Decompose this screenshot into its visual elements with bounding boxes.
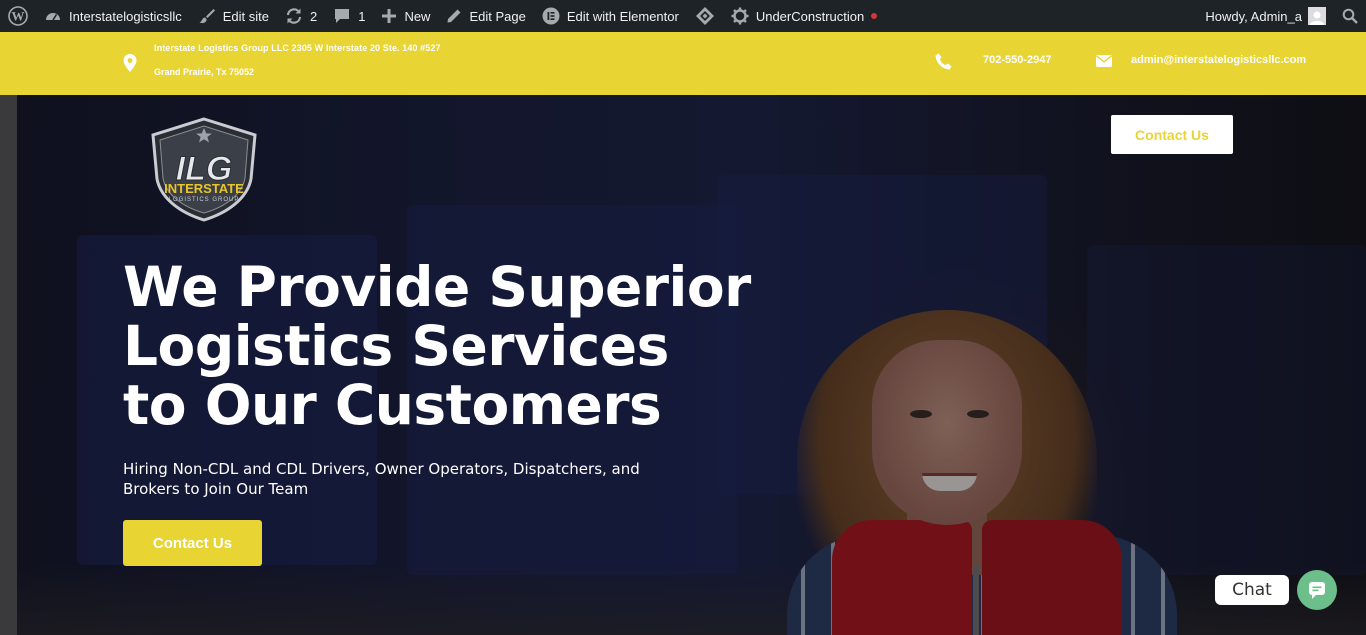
updates-link[interactable]: 2 bbox=[277, 0, 325, 32]
chat-message-icon bbox=[1309, 582, 1325, 599]
howdy-label: Howdy, Admin_a bbox=[1205, 8, 1302, 24]
envelope-icon bbox=[1096, 55, 1112, 67]
account-menu[interactable]: Howdy, Admin_a bbox=[1197, 0, 1334, 32]
edit-page-link[interactable]: Edit Page bbox=[438, 0, 533, 32]
scroll-gutter bbox=[0, 95, 17, 635]
dashboard-gauge-icon bbox=[46, 13, 60, 21]
under-construction-label: UnderConstruction bbox=[755, 8, 865, 24]
under-construction-menu[interactable]: UnderConstruction bbox=[723, 0, 885, 32]
edit-site-label: Edit site bbox=[222, 8, 269, 24]
header-contact-us-button[interactable]: Contact Us bbox=[1111, 115, 1233, 154]
edit-site-link[interactable]: Edit site bbox=[190, 0, 277, 32]
edit-with-elementor-link[interactable]: Edit with Elementor bbox=[534, 0, 687, 32]
location-pin-icon bbox=[123, 54, 137, 72]
edit-elementor-label: Edit with Elementor bbox=[566, 8, 679, 24]
avatar bbox=[1308, 7, 1326, 25]
chat-launcher-button[interactable] bbox=[1297, 570, 1337, 610]
svg-text:W: W bbox=[12, 9, 25, 24]
contact-info-bar: Interstate Logistics Group LLC 2305 W In… bbox=[0, 32, 1366, 95]
search-icon bbox=[1342, 8, 1358, 24]
pencil-icon bbox=[447, 9, 461, 23]
plus-icon bbox=[382, 9, 397, 23]
address-line-2: Grand Prairie, Tx 75052 bbox=[154, 67, 255, 77]
hero-title-line: Logistics Services bbox=[123, 314, 669, 378]
hero-title-line: to Our Customers bbox=[123, 373, 662, 437]
site-name-label: Interstatelogisticsllc bbox=[69, 8, 182, 24]
updates-refresh-icon bbox=[286, 8, 302, 24]
email-link[interactable]: admin@interstatelogisticsllc.com bbox=[1131, 54, 1306, 66]
comments-link[interactable]: 1 bbox=[325, 0, 373, 32]
wpml-diamond-menu[interactable] bbox=[687, 0, 723, 32]
ilg-logo[interactable]: ILG INTERSTATE LOGISTICS GROUP bbox=[147, 117, 262, 222]
logo-tagline: LOGISTICS GROUP bbox=[169, 197, 240, 203]
hero-title-line: We Provide Superior bbox=[123, 255, 751, 319]
site-name-menu[interactable]: Interstatelogisticsllc bbox=[36, 0, 190, 32]
phone-number-link[interactable]: 702-550-2947 bbox=[983, 54, 1052, 66]
elementor-icon bbox=[542, 7, 560, 25]
hero-contact-us-button[interactable]: Contact Us bbox=[123, 520, 262, 566]
updates-count: 2 bbox=[309, 8, 318, 24]
chat-label[interactable]: Chat bbox=[1215, 575, 1289, 605]
new-label: New bbox=[404, 8, 431, 24]
hero-subtitle: Hiring Non-CDL and CDL Drivers, Owner Op… bbox=[123, 459, 683, 499]
edit-page-label: Edit Page bbox=[469, 8, 526, 24]
wordpress-logo-button[interactable]: W bbox=[0, 0, 36, 32]
paint-brush-icon bbox=[199, 9, 215, 24]
hero-subtitle-line: Hiring Non-CDL and CDL Drivers, Owner Op… bbox=[123, 460, 640, 478]
hero-section: ILG INTERSTATE LOGISTICS GROUP Contact U… bbox=[17, 95, 1366, 635]
comments-count: 1 bbox=[358, 8, 366, 24]
comment-bubble-icon bbox=[335, 9, 350, 23]
address-line-1: Interstate Logistics Group LLC 2305 W In… bbox=[154, 43, 441, 53]
user-avatar-icon bbox=[1310, 11, 1324, 25]
new-content-menu[interactable]: New bbox=[373, 0, 438, 32]
admin-bar: W Interstatelogisticsllc Edit site 2 1 N… bbox=[0, 0, 1366, 32]
phone-icon bbox=[935, 53, 952, 70]
diamond-icon bbox=[695, 7, 714, 25]
admin-search-button[interactable] bbox=[1334, 0, 1366, 32]
wordpress-icon: W bbox=[8, 6, 28, 26]
gear-icon bbox=[731, 7, 749, 25]
hero-title: We Provide Superior Logistics Services t… bbox=[123, 258, 803, 435]
hero-subtitle-line: Brokers to Join Our Team bbox=[123, 480, 309, 498]
logo-name: INTERSTATE bbox=[164, 181, 244, 196]
status-dot bbox=[871, 13, 878, 19]
